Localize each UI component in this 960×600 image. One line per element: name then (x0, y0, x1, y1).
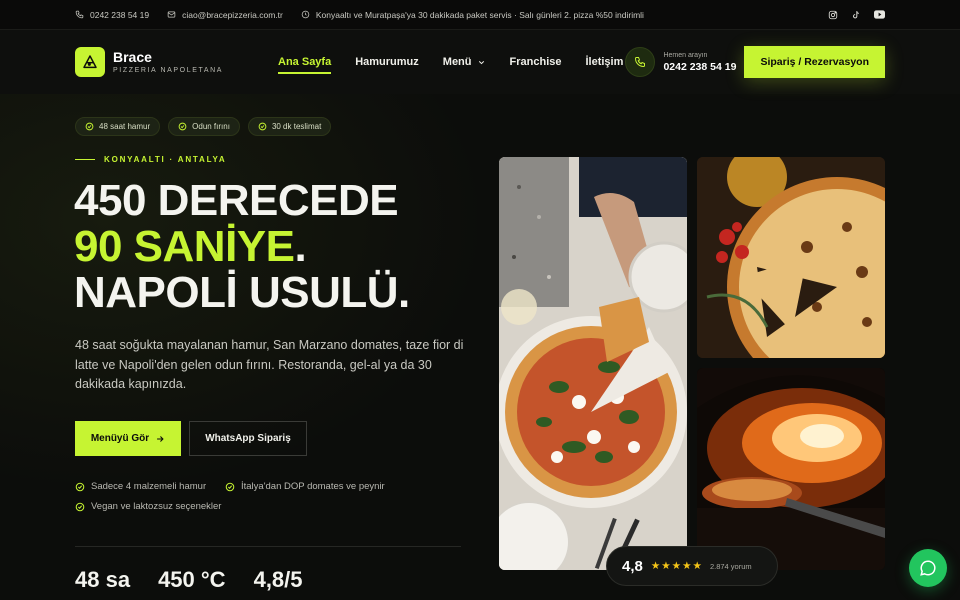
youtube-icon[interactable] (874, 10, 885, 19)
topbar-phone-text: 0242 238 54 19 (90, 9, 150, 20)
nav-item-home[interactable]: Ana Sayfa (278, 50, 332, 74)
mail-icon (167, 11, 176, 18)
main-navigation: Brace PIZZERIA NAPOLETANA Ana Sayfa Hamu… (0, 30, 960, 94)
chip-wood-oven: Odun fırını (168, 117, 240, 136)
view-menu-button[interactable]: Menüyü Gör (75, 421, 181, 456)
check-circle-icon (258, 122, 267, 131)
chat-bubble-icon (920, 560, 936, 576)
order-reservation-button[interactable]: Sipariş / Rezervasyon (744, 46, 885, 78)
chat-button[interactable] (909, 549, 947, 587)
chip-delivery: 30 dk teslimat (247, 117, 332, 136)
nav-menu: Ana Sayfa Hamurumuz Menü Franchise İleti… (278, 50, 623, 74)
call-number: 0242 238 54 19 (663, 60, 737, 73)
stat-rating: 4,8/5 (253, 567, 303, 592)
pizza-slice-icon (75, 47, 105, 77)
hero-stats: 48 sa 450 °C 4,8/5 (75, 567, 331, 593)
social-links (828, 10, 885, 20)
arrow-right-icon (157, 435, 164, 442)
feature-item: İtalya'dan DOP domates ve peynir (225, 481, 385, 492)
nav-item-franchise[interactable]: Franchise (510, 50, 562, 74)
pizza-closeup-photo (697, 157, 885, 358)
topbar-email-text: ciao@bracepizzeria.com.tr (182, 9, 283, 20)
pizza-tabletop-photo (499, 157, 687, 570)
whatsapp-order-button[interactable]: WhatsApp Sipariş (189, 421, 307, 456)
rating-badge: 4,8 ★★★★★ 2.874 yorum (606, 546, 778, 586)
instagram-icon[interactable] (828, 10, 838, 20)
headline-accent: 90 SANİYE (74, 222, 295, 271)
headline-line-1: 450 DERECEDE (74, 176, 399, 225)
stat-fermentation: 48 sa (75, 567, 131, 592)
star-rating-icon: ★★★★★ (650, 560, 703, 572)
phone-icon (75, 10, 84, 19)
headline-line-3: NAPOLİ USULÜ. (74, 268, 410, 317)
location-eyebrow: KONYAALTI · ANTALYA (75, 155, 227, 164)
stats-divider (75, 546, 461, 547)
headline-dot: . (294, 222, 307, 271)
nav-actions: Hemen arayın 0242 238 54 19 Sipariş / Re… (625, 46, 885, 78)
phone-icon (635, 57, 646, 68)
feature-item: Sadece 4 malzemeli hamur (75, 481, 206, 492)
check-circle-icon (225, 482, 235, 491)
clock-icon (301, 10, 310, 19)
topbar-announcement: Konyaaltı ve Muratpaşa'ya 30 dakikada pa… (301, 10, 644, 20)
call-button[interactable] (625, 47, 656, 77)
feature-item: Vegan ve laktozsuz seçenekler (75, 501, 221, 512)
hero-chips: 48 saat hamur Odun fırını 30 dk teslimat (75, 117, 332, 136)
headline-line-2: 90 SANİYE. (74, 224, 410, 270)
tiktok-icon[interactable] (851, 10, 861, 20)
call-info[interactable]: Hemen arayın 0242 238 54 19 (663, 52, 736, 73)
wood-fired-oven-photo (697, 368, 885, 570)
announcement-text: Konyaaltı ve Muratpaşa'ya 30 dakikada pa… (315, 9, 644, 20)
eyebrow-line (75, 159, 95, 160)
hero-headline: 450 DERECEDE 90 SANİYE. NAPOLİ USULÜ. (74, 178, 410, 316)
check-circle-icon (85, 122, 94, 131)
nav-item-contact[interactable]: İletişim (585, 50, 623, 74)
topbar-email[interactable]: ciao@bracepizzeria.com.tr (167, 10, 283, 20)
brand-tagline: PIZZERIA NAPOLETANA (113, 67, 224, 74)
check-circle-icon (178, 122, 187, 131)
nav-item-dough[interactable]: Hamurumuz (355, 50, 419, 74)
stat-oven-temperature: 450 °C (158, 567, 226, 592)
topbar-phone[interactable]: 0242 238 54 19 (75, 10, 149, 20)
chip-dough: 48 saat hamur (75, 117, 161, 136)
hero-description: 48 saat soğukta mayalanan hamur, San Mar… (75, 338, 464, 391)
rating-score: 4,8 (622, 557, 643, 575)
top-info-bar: 0242 238 54 19 ciao@bracepizzeria.com.tr… (0, 0, 960, 30)
review-count: 2.874 yorum (709, 561, 752, 571)
chevron-down-icon (478, 60, 484, 64)
brand-logo[interactable]: Brace PIZZERIA NAPOLETANA (75, 47, 223, 77)
check-circle-icon (75, 502, 85, 511)
nav-item-menu[interactable]: Menü (443, 50, 486, 74)
call-label: Hemen arayın (663, 51, 708, 59)
brand-name: Brace (113, 49, 152, 65)
check-circle-icon (75, 482, 85, 491)
